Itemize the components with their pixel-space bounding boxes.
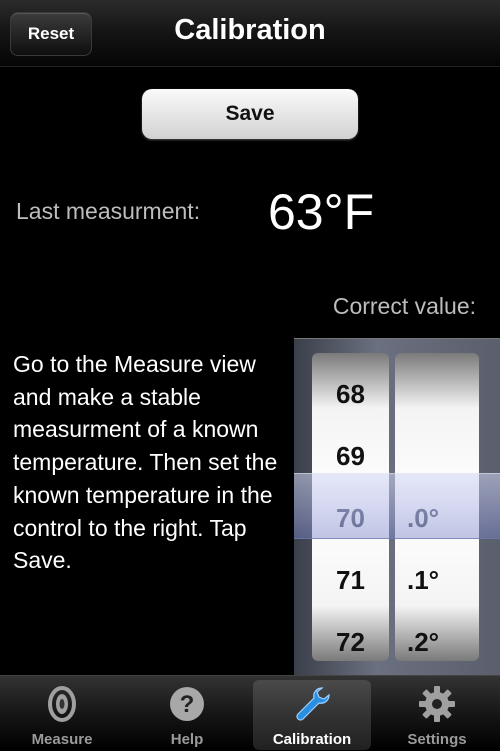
navigation-bar: Reset Calibration: [0, 0, 500, 67]
tab-label: Settings: [407, 731, 467, 748]
last-measurement-label: Last measurment:: [16, 198, 201, 224]
temperature-picker[interactable]: 68 69 70 71 72 .0° .1° .2°: [294, 338, 500, 676]
picker-option[interactable]: [395, 425, 479, 487]
picker-option[interactable]: 72: [312, 611, 389, 661]
tab-measure[interactable]: Measure: [3, 680, 121, 750]
tab-help[interactable]: ? Help: [128, 680, 246, 750]
picker-option[interactable]: [395, 363, 479, 425]
tab-bar: Measure ? Help Calibration Settings: [0, 675, 500, 751]
fraction-degree-wheel[interactable]: .0° .1° .2°: [395, 353, 479, 661]
tab-label: Calibration: [272, 731, 352, 748]
picker-option[interactable]: 68: [312, 363, 389, 425]
correct-value-label: Correct value:: [332, 293, 476, 319]
tab-label: Help: [170, 731, 204, 748]
svg-text:?: ?: [180, 691, 195, 718]
question-icon: ?: [170, 687, 204, 721]
wrench-icon: [296, 687, 330, 721]
picker-option[interactable]: .1°: [395, 549, 479, 611]
tab-calibration[interactable]: Calibration: [253, 680, 371, 750]
gear-icon: [419, 686, 455, 722]
picker-option[interactable]: 71: [312, 549, 389, 611]
picker-option-selected[interactable]: 70: [312, 487, 389, 549]
last-measurement-value: 63°F: [268, 184, 375, 240]
whole-degree-wheel[interactable]: 68 69 70 71 72: [312, 353, 389, 661]
picker-option[interactable]: 69: [312, 425, 389, 487]
save-button[interactable]: Save: [142, 89, 358, 139]
tab-label: Measure: [31, 731, 93, 748]
page-title: Calibration: [174, 14, 326, 46]
instructions-text: Go to the Measure view and make a stable…: [13, 351, 278, 574]
speaker-icon: [48, 686, 76, 722]
picker-option-selected[interactable]: .0°: [395, 487, 479, 549]
tab-settings[interactable]: Settings: [378, 680, 496, 750]
picker-option[interactable]: .2°: [395, 611, 479, 661]
